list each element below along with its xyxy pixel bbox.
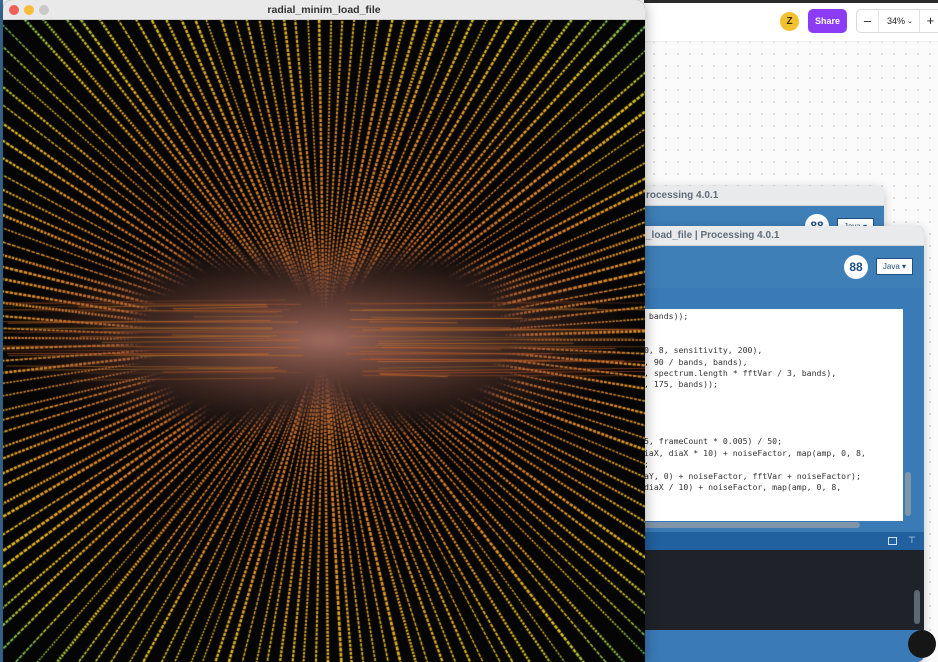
code-editor[interactable]: bands)); 0, 8, sensitivity, 200),, 90 / b… bbox=[644, 309, 903, 521]
code-line: diaX / 10) + noiseFactor, map(amp, 0, 8, bbox=[644, 482, 842, 492]
floating-round-button[interactable] bbox=[908, 630, 936, 658]
console-scrollbar[interactable] bbox=[914, 590, 920, 624]
zoom-control: – 34% ⌄ + bbox=[856, 9, 938, 33]
debug-butterfly-icon[interactable]: 88 bbox=[844, 255, 868, 279]
code-line: aY, 0) + noiseFactor, fftVar + noiseFact… bbox=[644, 470, 861, 481]
code-line: 0, 8, sensitivity, 200), bbox=[644, 345, 763, 356]
chevron-down-icon: ⌄ bbox=[907, 18, 913, 25]
code-line: , 90 / bands, bands), bbox=[644, 356, 748, 367]
sketch-titlebar[interactable]: radial_minim_load_file bbox=[3, 0, 645, 20]
code-line: , 175, bands)); bbox=[644, 379, 718, 390]
zoom-out-button[interactable]: – bbox=[857, 10, 879, 32]
sketch-window-title: radial_minim_load_file bbox=[267, 4, 381, 16]
user-avatar[interactable]: Z bbox=[780, 12, 799, 31]
code-line: 5, frameCount * 0.005) / 50; bbox=[644, 436, 783, 447]
code-line: iaX, diaX * 10) + noiseFactor, map(amp, … bbox=[644, 447, 866, 458]
radial-visualization-canvas[interactable] bbox=[3, 20, 645, 662]
share-button[interactable]: Share bbox=[808, 9, 847, 33]
editor-vertical-scrollbar[interactable] bbox=[905, 472, 911, 516]
ide-status-bar bbox=[644, 630, 924, 650]
ide-window-title: _load_file | Processing 4.0.1 bbox=[600, 226, 924, 246]
processing-ide-window-front[interactable]: _load_file | Processing 4.0.1 88 Java ▾ … bbox=[600, 226, 924, 662]
sketch-window[interactable]: radial_minim_load_file bbox=[3, 0, 645, 662]
filter-icon[interactable]: ⊤ bbox=[908, 535, 916, 546]
console-area[interactable] bbox=[644, 550, 924, 630]
zoom-in-button[interactable]: + bbox=[918, 10, 938, 32]
code-line: , spectrum.length * fftVar / 3, bands), bbox=[644, 368, 837, 378]
mode-selector[interactable]: Java ▾ bbox=[876, 258, 913, 275]
toolbar-top-strip bbox=[644, 0, 938, 3]
code-line: bands)); bbox=[644, 311, 689, 321]
console-header: ⊤ bbox=[644, 532, 924, 550]
copy-icon[interactable] bbox=[888, 537, 897, 545]
editor-horizontal-scrollbar[interactable] bbox=[644, 522, 860, 528]
